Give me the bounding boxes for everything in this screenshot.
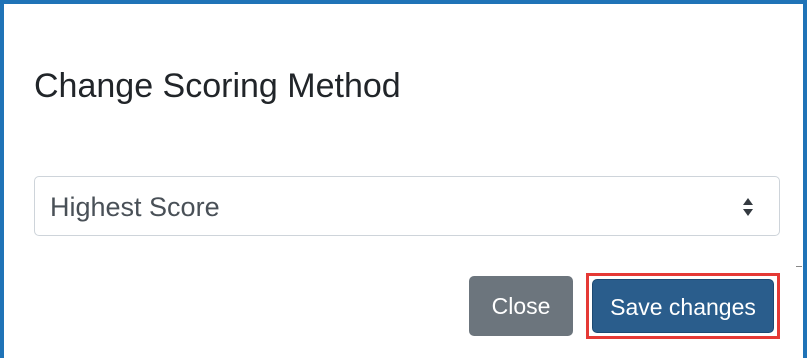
change-scoring-method-dialog: Change Scoring Method Highest Score Clos… [0,0,807,358]
select-up-down-icon [741,196,755,218]
save-changes-button[interactable]: Save changes [592,279,774,333]
close-button[interactable]: Close [469,276,573,336]
scrollbar-tick [796,266,802,267]
dialog-title: Change Scoring Method [34,67,401,105]
scoring-method-select[interactable]: Highest Score [34,176,780,236]
scoring-method-selected-value: Highest Score [50,192,220,222]
